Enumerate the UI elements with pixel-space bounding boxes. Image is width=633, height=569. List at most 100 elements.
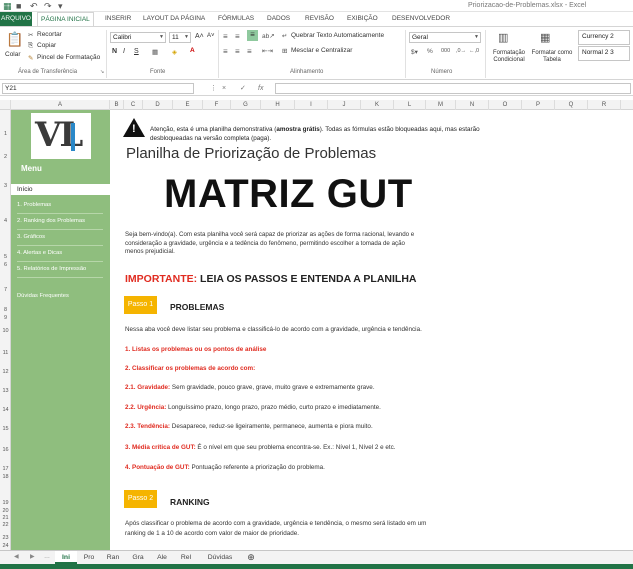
row-header[interactable]: 21	[0, 515, 11, 521]
sidebar-item-problemas[interactable]: 1. Problemas	[17, 202, 51, 208]
prev-sheet-icon[interactable]: ◀	[14, 551, 19, 564]
row-header[interactable]: 5	[0, 254, 11, 260]
sidebar-item-graficos[interactable]: 3. Gráficos	[17, 234, 45, 240]
row-header[interactable]: 8	[0, 307, 11, 313]
row-header[interactable]: 9	[0, 315, 11, 321]
grow-font-icon[interactable]: A˄	[195, 33, 204, 40]
accounting-format-icon[interactable]: $▾	[411, 48, 418, 56]
tab-pagina-inicial[interactable]: PÁGINA INICIAL	[37, 12, 94, 26]
customize-qat-icon[interactable]: ▾	[58, 0, 63, 12]
row-header[interactable]: 1	[0, 131, 11, 137]
orientation-icon[interactable]: ab↗	[262, 32, 275, 40]
column-header[interactable]: E	[173, 100, 203, 110]
dialog-launcher-icon[interactable]: ↘	[100, 69, 104, 75]
font-color-icon[interactable]: A	[190, 47, 195, 54]
select-all-corner[interactable]	[0, 100, 11, 110]
indent-icon[interactable]: ⇤⇥	[262, 47, 273, 55]
sheet-tab-gra[interactable]: Gra	[127, 551, 149, 564]
font-name-combo[interactable]: Calibri ▼	[110, 32, 166, 43]
excel-logo-icon[interactable]: ▦	[3, 0, 12, 12]
row-header[interactable]: 6	[0, 262, 11, 268]
comma-style-icon[interactable]: 000	[441, 48, 450, 54]
tab-formulas[interactable]: FÓRMULAS	[215, 12, 257, 26]
row-header[interactable]: 14	[0, 407, 11, 413]
column-header[interactable]: M	[426, 100, 456, 110]
number-format-combo[interactable]: Geral ▼	[409, 32, 481, 43]
row-header[interactable]: 19	[0, 500, 11, 506]
row-header[interactable]: 7	[0, 287, 11, 293]
tab-layout[interactable]: LAYOUT DA PÁGINA	[140, 12, 208, 26]
tab-dados[interactable]: DADOS	[264, 12, 293, 26]
row-header[interactable]: 10	[0, 328, 11, 334]
add-sheet-icon[interactable]: ⊕	[244, 551, 258, 564]
copy-button[interactable]: Copiar	[37, 42, 56, 49]
tab-exibicao[interactable]: EXIBIÇÃO	[344, 12, 381, 26]
conditional-format-icon[interactable]: ▥	[498, 31, 508, 44]
row-header[interactable]: 23	[0, 535, 11, 541]
more-options-icon[interactable]: ⋮	[210, 83, 217, 94]
more-sheets-icon[interactable]: …	[44, 551, 50, 564]
italic-button[interactable]: I	[123, 48, 125, 55]
row-header[interactable]: 17	[0, 466, 11, 472]
row-header[interactable]: 18	[0, 474, 11, 480]
paste-button[interactable]: Colar	[5, 51, 21, 58]
tab-inserir[interactable]: INSERIR	[102, 12, 134, 26]
format-painter-button[interactable]: Pincel de Formatação	[37, 54, 100, 61]
row-header[interactable]: 24	[0, 543, 11, 549]
underline-button[interactable]: S	[134, 48, 139, 55]
align-bottom-icon[interactable]: ≡	[247, 30, 258, 41]
formula-input[interactable]	[275, 83, 631, 94]
style-currency-2[interactable]: Currency 2	[578, 30, 630, 45]
row-header[interactable]: 4	[0, 218, 11, 224]
column-header[interactable]: P	[522, 100, 555, 110]
save-icon[interactable]: ■	[16, 0, 21, 12]
increase-decimal-icon[interactable]: ,0→	[456, 48, 466, 54]
enter-icon[interactable]: ✓	[240, 83, 246, 94]
paste-icon[interactable]: 📋	[6, 31, 23, 48]
fill-color-icon[interactable]: ◈	[172, 48, 177, 56]
align-left-icon[interactable]: ≡	[223, 47, 228, 56]
sidebar-item-ranking[interactable]: 2. Ranking dos Problemas	[17, 218, 85, 224]
sheet-tab-ran[interactable]: Ran	[102, 551, 124, 564]
cancel-icon[interactable]: ×	[222, 83, 226, 94]
sheet-tab-pro[interactable]: Pro	[79, 551, 99, 564]
column-header[interactable]: O	[489, 100, 522, 110]
row-header[interactable]: 11	[0, 350, 11, 356]
column-header[interactable]: I	[295, 100, 328, 110]
cut-button[interactable]: Recortar	[37, 31, 62, 38]
row-header[interactable]: 2	[0, 154, 11, 160]
sidebar-item-alertas[interactable]: 4. Alertas e Dicas	[17, 250, 62, 256]
decrease-decimal-icon[interactable]: ←,0	[469, 48, 479, 54]
column-header[interactable]: D	[143, 100, 173, 110]
column-header[interactable]: G	[231, 100, 261, 110]
conditional-format-button[interactable]: Formatação Condicional	[489, 50, 529, 64]
tab-revisao[interactable]: REVISÃO	[302, 12, 337, 26]
sidebar-item-duvidas[interactable]: Dúvidas Frequentes	[17, 293, 69, 299]
align-center-icon[interactable]: ≡	[235, 47, 240, 56]
row-header[interactable]: 15	[0, 426, 11, 432]
column-header[interactable]: F	[203, 100, 231, 110]
row-header[interactable]: 22	[0, 522, 11, 528]
sidebar-item-inicio[interactable]: Início	[11, 184, 110, 195]
sheet-tab-duvidas[interactable]: Dúvidas	[202, 551, 238, 564]
sheet-tab-ale[interactable]: Ale	[152, 551, 172, 564]
format-as-table-button[interactable]: Formatar como Tabela	[530, 50, 574, 64]
percent-icon[interactable]: %	[427, 48, 433, 55]
column-header[interactable]: B	[110, 100, 124, 110]
shrink-font-icon[interactable]: A˅	[207, 33, 215, 39]
column-header[interactable]: K	[361, 100, 394, 110]
undo-icon[interactable]: ↶	[30, 0, 38, 12]
bold-button[interactable]: N	[112, 48, 117, 55]
insert-function-icon[interactable]: fx	[258, 83, 263, 94]
font-size-combo[interactable]: 11 ▼	[169, 32, 191, 43]
style-normal-2-3[interactable]: Normal 2 3	[578, 46, 630, 61]
wrap-text-icon[interactable]: ↵	[282, 32, 287, 40]
sidebar-item-relatorios[interactable]: 5. Relatórios de Impressão	[17, 266, 86, 272]
column-header[interactable]: N	[456, 100, 489, 110]
name-box[interactable]: Y21	[2, 83, 194, 94]
row-header[interactable]: 16	[0, 447, 11, 453]
merge-icon[interactable]: ⊞	[282, 47, 287, 55]
redo-icon[interactable]: ↷	[44, 0, 52, 12]
wrap-text-button[interactable]: Quebrar Texto Automaticamente	[291, 32, 384, 39]
column-header[interactable]: R	[588, 100, 621, 110]
